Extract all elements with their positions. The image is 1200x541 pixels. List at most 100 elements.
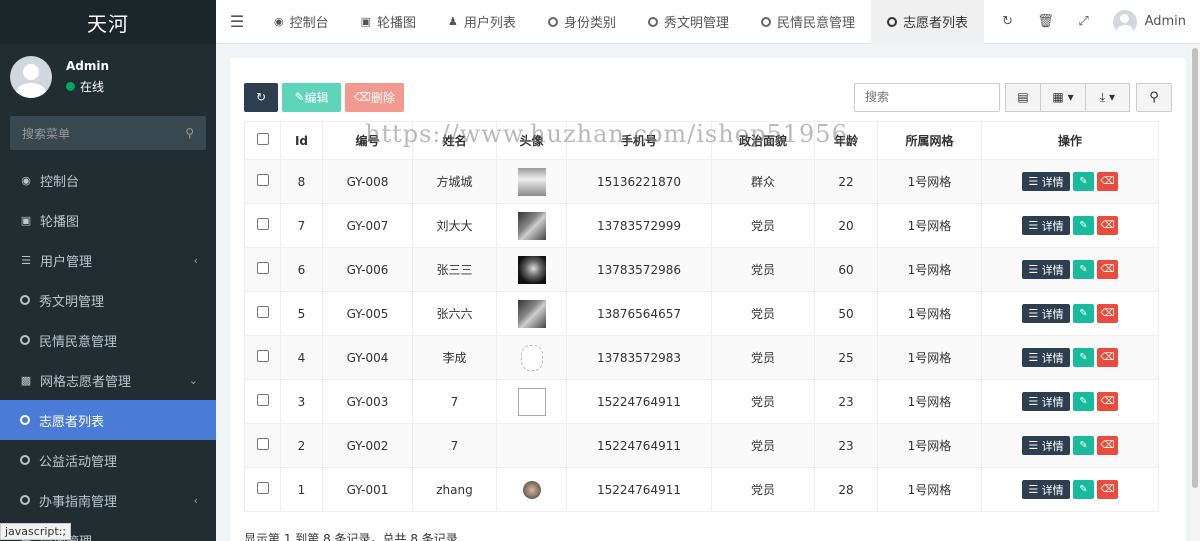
col-id[interactable]: Id: [280, 121, 323, 160]
sidebar-item-volunteer-management[interactable]: ▩ 网格志愿者管理 ⌄: [0, 360, 216, 400]
col-political[interactable]: 政治面貌: [711, 121, 815, 160]
sidebar-item-user-management[interactable]: ☰ 用户管理 ‹: [0, 240, 216, 280]
row-edit-button[interactable]: ✎: [1073, 348, 1094, 367]
row-delete-button[interactable]: ⌫: [1097, 260, 1118, 279]
row-delete-button[interactable]: ⌫: [1097, 216, 1118, 235]
row-checkbox[interactable]: [256, 174, 269, 186]
col-code[interactable]: 编号: [322, 121, 413, 160]
top-user-menu[interactable]: Admin: [1103, 9, 1200, 34]
sidebar-item-charity[interactable]: 公益活动管理: [0, 440, 216, 480]
fullscreen-icon[interactable]: ⤢: [1065, 14, 1103, 29]
table-row[interactable]: 3 GY-003 7 15224764911 党员 23 1号网格 ☰ 详情 ✎ ⌫: [244, 379, 1159, 424]
columns-button[interactable]: ▦ ▾: [1040, 82, 1086, 112]
chevron-left-icon: ‹: [193, 493, 198, 507]
row-edit-button[interactable]: ✎: [1073, 172, 1094, 191]
pencil-icon: ✎: [1079, 352, 1088, 363]
search-icon[interactable]: ⚲: [185, 126, 194, 140]
sidebar-item-volunteer-list[interactable]: 志愿者列表: [0, 400, 216, 440]
row-edit-button[interactable]: ✎: [1073, 436, 1094, 455]
avatar-thumbnail[interactable]: [517, 255, 546, 284]
detail-button[interactable]: ☰ 详情: [1022, 216, 1070, 235]
cell-code: GY-004: [322, 335, 413, 380]
row-checkbox[interactable]: [256, 262, 269, 274]
detail-button[interactable]: ☰ 详情: [1022, 392, 1070, 411]
row-checkbox[interactable]: [256, 306, 269, 318]
row-delete-button[interactable]: ⌫: [1097, 392, 1118, 411]
tab-volunteer-list[interactable]: 志愿者列表: [870, 0, 984, 44]
table-row[interactable]: 2 GY-002 7 15224764911 党员 23 1号网格 ☰ 详情 ✎ ⌫: [244, 423, 1159, 468]
advanced-search-button[interactable]: ⚲: [1136, 82, 1172, 112]
cell-avatar: [496, 247, 567, 292]
detail-button[interactable]: ☰ 详情: [1022, 260, 1070, 279]
scrollbar-thumb[interactable]: [1192, 48, 1198, 488]
cell-avatar: [496, 203, 567, 248]
table-row[interactable]: 1 GY-001 zhang 15224764911 党员 28 1号网格 ☰ 详情 ✎ ⌫: [244, 467, 1159, 512]
sidebar-item-dashboard[interactable]: ◉ 控制台: [0, 160, 216, 200]
sidebar-item-public-opinion[interactable]: 民情民意管理: [0, 320, 216, 360]
cell-age: 23: [814, 423, 878, 468]
row-delete-button[interactable]: ⌫: [1097, 348, 1118, 367]
avatar-thumbnail[interactable]: [522, 480, 541, 499]
avatar-thumbnail[interactable]: [517, 387, 546, 416]
col-grid[interactable]: 所属网格: [877, 121, 982, 160]
select-all-checkbox[interactable]: [256, 133, 269, 145]
row-edit-button[interactable]: ✎: [1073, 480, 1094, 499]
refresh-button[interactable]: ↻: [244, 82, 278, 112]
row-checkbox[interactable]: [256, 350, 269, 362]
tab-public-opinion[interactable]: 民情民意管理: [745, 0, 871, 44]
row-checkbox[interactable]: [256, 394, 269, 406]
detail-button[interactable]: ☰ 详情: [1022, 348, 1070, 367]
col-phone[interactable]: 手机号: [566, 121, 712, 160]
sidebar-search-input[interactable]: 搜索菜单 ⚲: [10, 116, 206, 150]
avatar-thumbnail[interactable]: [517, 211, 546, 240]
row-edit-button[interactable]: ✎: [1073, 392, 1094, 411]
detail-button[interactable]: ☰ 详情: [1022, 304, 1070, 323]
row-checkbox[interactable]: [256, 482, 269, 494]
cell-avatar: [496, 291, 567, 336]
tab-identity-type[interactable]: 身份类别: [532, 0, 632, 44]
tab-user-list[interactable]: ♟ 用户列表: [432, 0, 532, 44]
detail-button[interactable]: ☰ 详情: [1022, 172, 1070, 191]
menu-toggle-icon[interactable]: ☰: [216, 12, 258, 31]
delete-button[interactable]: ⌫ 删除: [345, 82, 404, 112]
export-button[interactable]: ⤓ ▾: [1085, 82, 1130, 112]
tab-carousel[interactable]: ▣ 轮播图: [345, 0, 432, 44]
table-row[interactable]: 7 GY-007 刘大大 13783572999 党员 20 1号网格 ☰ 详情 ✎ ⌫: [244, 203, 1159, 248]
col-age[interactable]: 年龄: [814, 121, 878, 160]
table-search-input[interactable]: [854, 82, 1000, 112]
avatar-thumbnail[interactable]: [520, 344, 543, 371]
avatar-thumbnail[interactable]: [517, 167, 546, 196]
sidebar-item-carousel[interactable]: ▣ 轮播图: [0, 200, 216, 240]
row-delete-button[interactable]: ⌫: [1097, 172, 1118, 191]
trash-icon[interactable]: 🗑: [1027, 14, 1065, 29]
avatar-thumbnail[interactable]: [517, 299, 546, 328]
table-row[interactable]: 8 GY-008 方城城 15136221870 群众 22 1号网格 ☰ 详情 ✎ ⌫: [244, 159, 1159, 204]
toggle-view-button[interactable]: ▤: [1005, 82, 1041, 112]
detail-button[interactable]: ☰ 详情: [1022, 480, 1070, 499]
row-delete-button[interactable]: ⌫: [1097, 436, 1118, 455]
row-edit-button[interactable]: ✎: [1073, 260, 1094, 279]
row-delete-button[interactable]: ⌫: [1097, 304, 1118, 323]
col-avatar[interactable]: 头像: [496, 121, 567, 160]
row-edit-button[interactable]: ✎: [1073, 304, 1094, 323]
sidebar-item-guide[interactable]: 办事指南管理 ‹: [0, 480, 216, 520]
row-edit-button[interactable]: ✎: [1073, 216, 1094, 235]
tab-dashboard[interactable]: ◉ 控制台: [258, 0, 345, 44]
row-checkbox[interactable]: [256, 438, 269, 450]
sidebar-item-civility[interactable]: 秀文明管理: [0, 280, 216, 320]
cell-name: 张六六: [412, 291, 497, 336]
edit-button[interactable]: ✎ 编辑: [282, 82, 341, 112]
table-icon: ▤: [1017, 90, 1029, 104]
col-name[interactable]: 姓名: [412, 121, 497, 160]
sidebar: 天河 Admin 在线 搜索菜单 ⚲ ◉ 控制台 ▣ 轮播图 ☰ 用户管理 ‹ 秀文明管…: [0, 0, 216, 541]
refresh-icon[interactable]: ↻: [989, 14, 1027, 29]
row-checkbox[interactable]: [256, 218, 269, 230]
tab-civility[interactable]: 秀文明管理: [632, 0, 745, 44]
table-row[interactable]: 5 GY-005 张六六 13876564657 党员 50 1号网格 ☰ 详情 ✎ ⌫: [244, 291, 1159, 336]
table-row[interactable]: 4 GY-004 李成 13783572983 党员 25 1号网格 ☰ 详情 ✎ ⌫: [244, 335, 1159, 380]
detail-button[interactable]: ☰ 详情: [1022, 436, 1070, 455]
cell-id: 5: [280, 291, 323, 336]
table-row[interactable]: 6 GY-006 张三三 13783572986 党员 60 1号网格 ☰ 详情 ✎ ⌫: [244, 247, 1159, 292]
row-delete-button[interactable]: ⌫: [1097, 480, 1118, 499]
brand-logo[interactable]: 天河: [0, 0, 216, 44]
